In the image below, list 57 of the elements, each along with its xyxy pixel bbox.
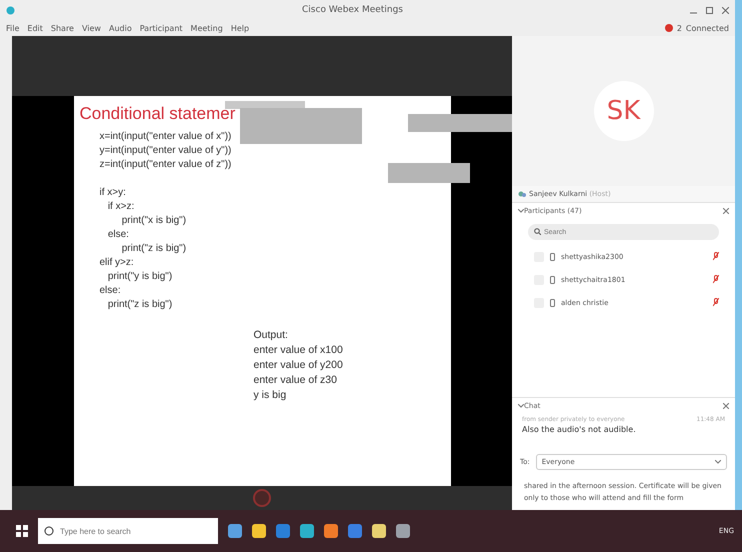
close-icon[interactable] <box>722 6 729 14</box>
chat-message: Also the audio's not audible. <box>521 425 637 436</box>
taskbar-app-icon[interactable] <box>372 524 386 538</box>
app-logo-icon <box>6 6 15 14</box>
code-line: else: <box>100 284 122 298</box>
phone-icon <box>550 276 555 284</box>
window-title: Cisco Webex Meetings <box>301 5 404 15</box>
slide-title: Conditional statemer <box>80 104 236 124</box>
taskbar-app-icon[interactable] <box>252 524 266 538</box>
menu-item[interactable]: Edit <box>27 24 43 32</box>
code-line: print("y is big") <box>106 270 174 284</box>
muted-microphone-icon[interactable] <box>713 298 719 307</box>
collapse-icon[interactable] <box>518 404 524 408</box>
menu-item[interactable]: View <box>82 24 101 32</box>
menu-item[interactable]: File <box>6 24 20 32</box>
taskbar-app-icon[interactable] <box>300 524 314 538</box>
menu-item[interactable]: Share <box>50 24 74 32</box>
taskbar-app-icon[interactable] <box>228 524 242 538</box>
connection-status[interactable]: Connected <box>686 24 729 32</box>
menu-item[interactable]: Meeting <box>190 24 223 32</box>
code-line: print("z is big") <box>120 242 188 256</box>
code-line: print("x is big") <box>120 214 188 228</box>
code-line: else: <box>106 228 130 242</box>
phone-icon <box>550 252 555 260</box>
menu-item[interactable]: Participant <box>140 24 183 32</box>
code-line: z=int(input("enter value of z")) <box>100 158 232 172</box>
search-icon <box>534 228 541 235</box>
code-line: y=int(input("enter value of y")) <box>100 144 232 158</box>
close-icon[interactable] <box>723 208 729 214</box>
caret-icon <box>715 460 721 464</box>
search-icon <box>44 526 54 536</box>
close-icon[interactable] <box>723 403 729 409</box>
host-icon <box>518 190 526 198</box>
output-line: Output: <box>254 328 289 343</box>
menu-item[interactable]: Help <box>230 24 250 32</box>
collapse-icon[interactable] <box>518 209 524 213</box>
output-line: enter value of z30 <box>254 373 338 388</box>
code-line: print("z is big") <box>106 298 174 312</box>
code-line: x=int(input("enter value of x")) <box>100 130 232 144</box>
taskbar-search-field[interactable]: Type here to search <box>38 518 218 544</box>
output-line: enter value of y200 <box>254 358 343 373</box>
code-line: if x>z: <box>106 200 136 214</box>
code-line: if x>y: <box>100 186 127 200</box>
output-line: enter value of x100 <box>254 343 343 358</box>
menu-item[interactable]: Audio <box>108 24 132 32</box>
output-line: y is big <box>254 388 288 403</box>
presenter-avatar: SK <box>594 81 654 141</box>
connection-count: 2 <box>676 24 682 32</box>
maximize-icon[interactable] <box>706 6 713 14</box>
muted-microphone-icon[interactable] <box>713 275 719 284</box>
code-line: elif y>z: <box>100 256 135 270</box>
phone-icon <box>550 298 555 306</box>
windows-start-icon[interactable] <box>16 525 28 537</box>
taskbar-app-icon[interactable] <box>396 524 410 538</box>
taskbar-app-icon[interactable] <box>324 524 338 538</box>
status-dot <box>664 24 673 32</box>
muted-microphone-icon[interactable] <box>713 252 719 261</box>
